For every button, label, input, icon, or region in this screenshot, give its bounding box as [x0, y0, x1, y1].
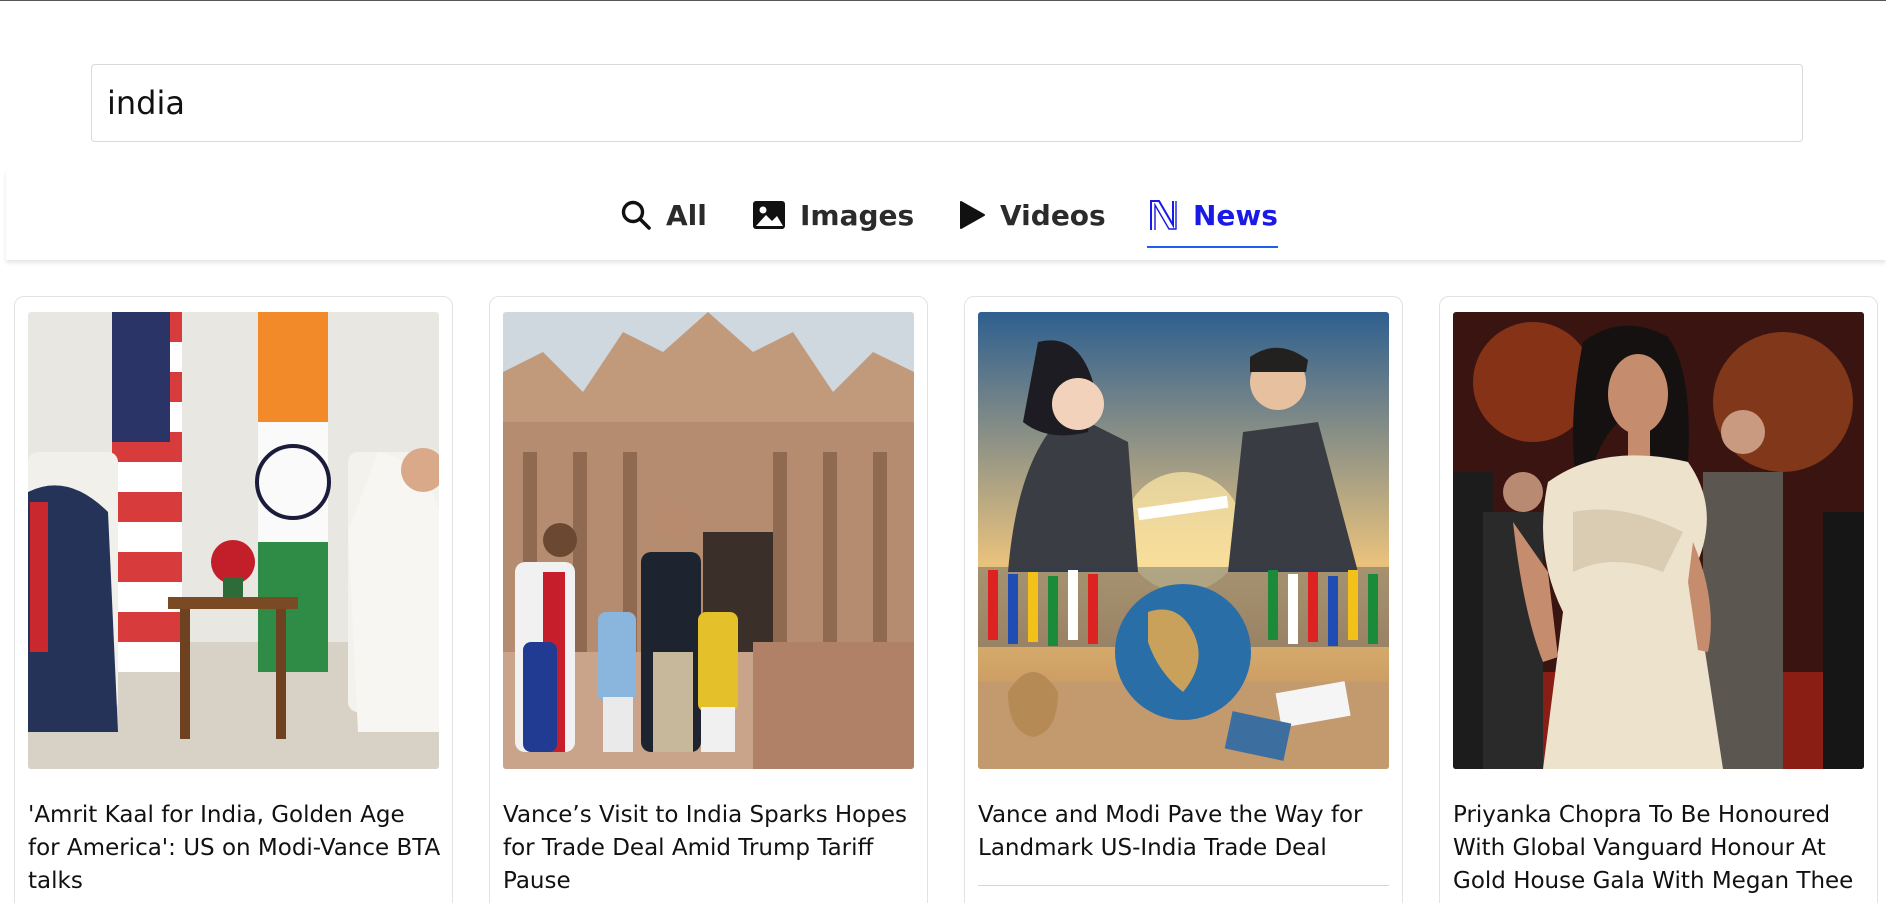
tab-images-label: Images — [800, 198, 915, 232]
image-icon — [752, 200, 786, 230]
search-tabs: All Images Videos News — [6, 170, 1886, 260]
search-icon — [620, 199, 652, 231]
news-card[interactable]: Priyanka Chopra To Be Honoured With Glob… — [1439, 296, 1878, 903]
news-card[interactable]: Vance’s Visit to India Sparks Hopes for … — [489, 296, 928, 903]
article-title[interactable]: Priyanka Chopra To Be Honoured With Glob… — [1453, 799, 1868, 898]
meeting-with-flags-photo[interactable] — [28, 312, 439, 769]
article-title[interactable]: Vance’s Visit to India Sparks Hopes for … — [503, 799, 918, 898]
tab-all[interactable]: All — [620, 170, 707, 260]
tab-news-label: News — [1193, 198, 1278, 232]
article-title[interactable]: Vance and Modi Pave the Way for Landmark… — [978, 799, 1393, 865]
family-at-temple-photo[interactable] — [503, 312, 914, 769]
news-card[interactable]: 'Amrit Kaal for India, Golden Age for Am… — [14, 296, 453, 903]
search-input[interactable] — [92, 65, 1802, 141]
celebrity-at-gala-photo[interactable] — [1453, 312, 1864, 769]
tab-videos[interactable]: Videos — [958, 170, 1106, 260]
window-top-border — [0, 0, 1886, 1]
tab-images[interactable]: Images — [752, 170, 914, 260]
tab-news[interactable]: News — [1147, 170, 1278, 260]
card-divider — [978, 885, 1389, 886]
search-box[interactable] — [91, 64, 1803, 142]
play-icon — [958, 200, 986, 230]
news-logo-icon — [1147, 198, 1179, 232]
article-title[interactable]: 'Amrit Kaal for India, Golden Age for Am… — [28, 799, 443, 898]
trade-deal-illustration[interactable] — [978, 312, 1389, 769]
news-card[interactable]: Vance and Modi Pave the Way for Landmark… — [964, 296, 1403, 903]
tab-videos-label: Videos — [1000, 198, 1106, 232]
tab-all-label: All — [666, 198, 707, 232]
